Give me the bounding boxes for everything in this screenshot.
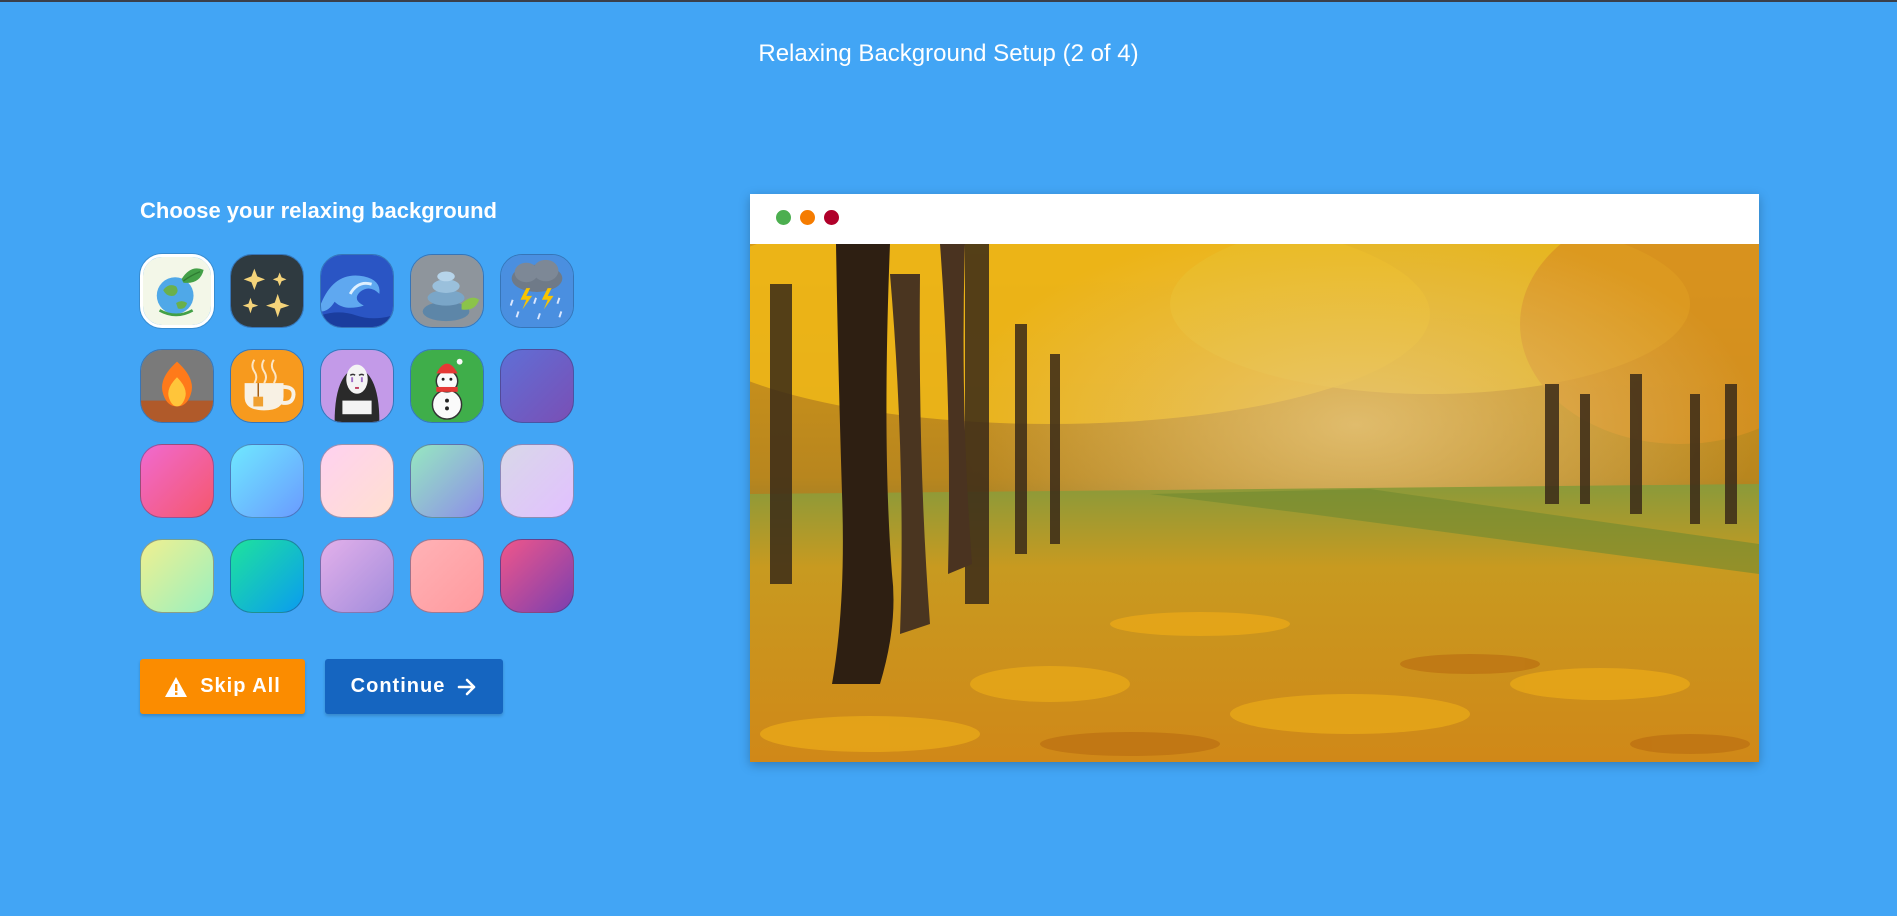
tile-sparkles[interactable] — [230, 254, 304, 328]
sparkles-icon — [231, 255, 303, 327]
tile-spirit[interactable] — [320, 349, 394, 423]
storm-cloud-icon — [501, 255, 573, 327]
tile-gradient-8[interactable] — [230, 539, 304, 613]
tile-gradient-3[interactable] — [230, 444, 304, 518]
tile-gradient-7[interactable] — [140, 539, 214, 613]
background-preview-window — [750, 194, 1759, 762]
background-tile-grid — [140, 254, 574, 613]
tile-storm[interactable] — [500, 254, 574, 328]
tile-tea[interactable] — [230, 349, 304, 423]
stones-icon — [411, 255, 483, 327]
picker-heading: Choose your relaxing background — [140, 198, 497, 223]
snowman-icon — [411, 350, 483, 422]
tile-gradient-6[interactable] — [500, 444, 574, 518]
skip-all-label: Skip All — [200, 675, 281, 697]
tile-stones[interactable] — [410, 254, 484, 328]
tile-gradient-1[interactable] — [500, 349, 574, 423]
tile-gradient-2[interactable] — [140, 444, 214, 518]
tile-gradient-4[interactable] — [320, 444, 394, 518]
spirit-mask-icon — [321, 350, 393, 422]
page-title: Relaxing Background Setup (2 of 4) — [758, 40, 1139, 67]
autumn-forest-preview-image — [750, 244, 1759, 762]
wave-icon — [321, 255, 393, 327]
tile-snowman[interactable] — [410, 349, 484, 423]
arrow-right-icon — [458, 678, 476, 695]
window-dot-green — [776, 210, 791, 225]
continue-label: Continue — [350, 675, 446, 697]
tile-gradient-10[interactable] — [410, 539, 484, 613]
tile-gradient-9[interactable] — [320, 539, 394, 613]
tile-campfire[interactable] — [140, 349, 214, 423]
tile-gradient-5[interactable] — [410, 444, 484, 518]
skip-all-button[interactable]: Skip All — [140, 659, 305, 714]
tile-earth[interactable] — [140, 254, 214, 328]
window-dot-orange — [800, 210, 815, 225]
tea-cup-icon — [231, 350, 303, 422]
preview-window-bar — [750, 194, 1759, 244]
tile-wave[interactable] — [320, 254, 394, 328]
warning-icon — [165, 676, 188, 697]
window-dot-red — [824, 210, 839, 225]
continue-button[interactable]: Continue — [325, 659, 503, 714]
campfire-icon — [141, 350, 213, 422]
tile-gradient-11[interactable] — [500, 539, 574, 613]
earth-leaf-icon — [143, 257, 211, 325]
